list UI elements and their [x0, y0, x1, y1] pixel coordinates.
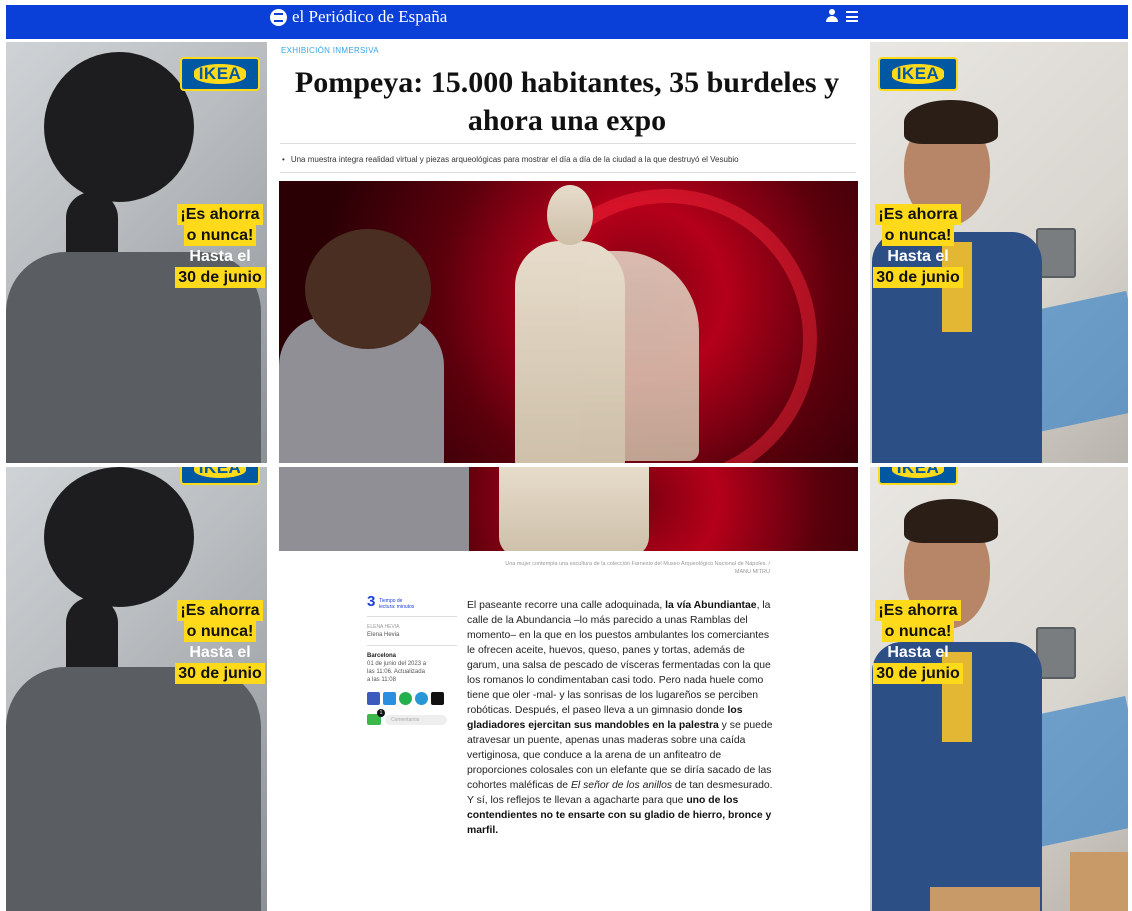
article-subheadline: Una muestra integra realidad virtual y p…: [282, 155, 852, 164]
ad-promo-text: ¡Es ahorra o nunca! Hasta el 30 de junio: [172, 600, 267, 684]
ad-person-hair: [904, 100, 998, 144]
ad-right-top[interactable]: IKEA ¡Es ahorra o nunca! Hasta el 30 de …: [870, 42, 1128, 463]
ad-keypad: [1036, 228, 1076, 278]
headline-divider: [280, 143, 856, 144]
article-meta: 3 Tiempo de lectura: minutos ELENA HEVIA …: [367, 593, 457, 725]
ikea-logo: IKEA: [180, 57, 260, 91]
ad-promo-text: ¡Es ahorra o nunca! Hasta el 30 de junio: [172, 204, 267, 288]
article-photo-top: [279, 181, 858, 463]
meta-divider: [367, 645, 457, 646]
ad-person-hair: [44, 467, 194, 607]
location: Barcelona: [367, 653, 397, 659]
twitter-icon[interactable]: [383, 692, 396, 705]
ad-left-bottom[interactable]: IKEA ¡Es ahorra o nunca! Hasta el 30 de …: [6, 467, 267, 911]
article-kicker[interactable]: EXHIBICIÓN INMERSIVA: [281, 46, 379, 55]
ad-person-hair: [44, 52, 194, 202]
ad-box: [930, 887, 1040, 911]
comments[interactable]: 1 Comentarios: [367, 709, 457, 725]
article-photo-bottom: [279, 467, 858, 551]
telegram-icon[interactable]: [415, 692, 428, 705]
photo-woman-coat: [279, 467, 469, 551]
site-logo[interactable]: el Periódico de España: [270, 7, 447, 27]
header-icons: [826, 9, 858, 23]
body-run: El señor de los anillos: [570, 780, 673, 791]
ad-keypad: [1036, 627, 1076, 679]
site-header: [6, 5, 1128, 39]
ad-person-body: [6, 667, 261, 911]
author-name[interactable]: Elena Hevia: [367, 631, 457, 639]
photo-statue-head: [547, 185, 593, 245]
photo-woman-hair: [305, 229, 431, 349]
body-run: El paseante recorre una calle adoquinada…: [467, 600, 666, 611]
photo-statue: [499, 467, 649, 551]
comments-button[interactable]: Comentarios: [385, 714, 447, 725]
author-label: ELENA HEVIA: [367, 624, 400, 630]
ikea-logo: IKEA: [180, 467, 260, 485]
ad-promo-text: ¡Es ahorra o nunca! Hasta el 30 de junio: [870, 204, 966, 288]
menu-icon[interactable]: [846, 11, 858, 22]
subheadline-divider: [280, 172, 856, 173]
email-icon[interactable]: [431, 692, 444, 705]
top-bar: el Periódico de España: [0, 0, 1132, 42]
dateline: 01 de junio del 2023 a las 11:06. Actual…: [367, 661, 427, 683]
logo-icon: [270, 8, 287, 26]
body-run[interactable]: la vía Abundiantae: [665, 600, 756, 611]
whatsapp-icon[interactable]: [399, 692, 412, 705]
article-body: El paseante recorre una calle adoquinada…: [467, 598, 773, 838]
user-icon[interactable]: [826, 9, 838, 23]
body-run: , la calle de la Abundancia –lo más pare…: [467, 600, 771, 716]
ad-box: [1070, 852, 1128, 911]
article-headline: Pompeya: 15.000 habitantes, 35 burdeles …: [294, 66, 840, 137]
photo-statue-drape: [579, 251, 699, 461]
logo-text: el Periódico de España: [292, 7, 448, 26]
photo-caption: Una mujer contempla una escultura de la …: [505, 561, 770, 575]
ad-person-hair: [904, 499, 998, 543]
facebook-icon[interactable]: [367, 692, 380, 705]
ad-promo-text: ¡Es ahorra o nunca! Hasta el 30 de junio: [870, 600, 966, 684]
ikea-logo: IKEA: [878, 467, 958, 485]
ikea-logo: IKEA: [878, 57, 958, 91]
ad-left-top[interactable]: IKEA ¡Es ahorra o nunca! Hasta el 30 de …: [6, 42, 267, 463]
ad-right-bottom[interactable]: IKEA ¡Es ahorra o nunca! Hasta el 30 de …: [870, 467, 1128, 911]
share-buttons: [367, 692, 457, 705]
comment-count-badge: 1: [377, 709, 385, 717]
comment-icon[interactable]: 1: [367, 709, 385, 725]
meta-divider: [367, 616, 457, 617]
reading-time: 3 Tiempo de lectura: minutos: [367, 593, 415, 610]
